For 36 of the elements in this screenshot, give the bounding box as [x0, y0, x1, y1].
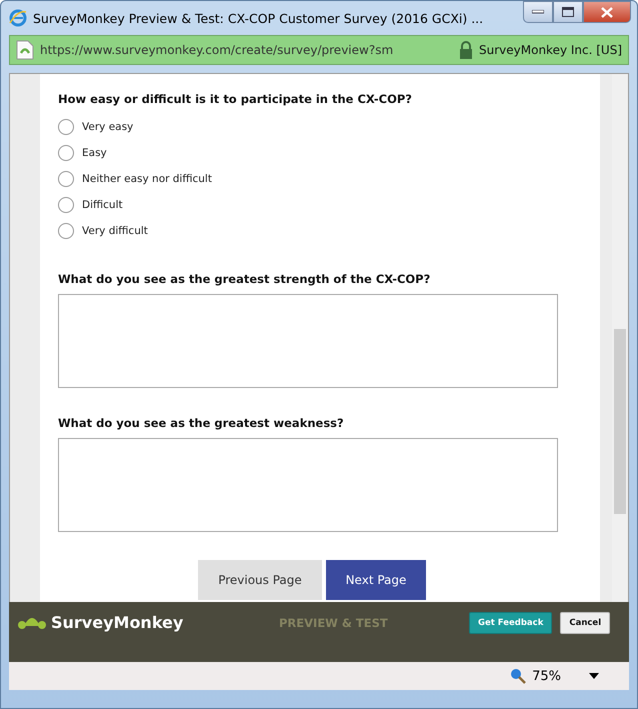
question-text: What do you see as the greatest weakness? — [58, 416, 345, 430]
close-icon — [601, 6, 613, 18]
dropdown-arrow-icon[interactable] — [589, 673, 599, 679]
close-button[interactable] — [583, 1, 631, 23]
answer-box[interactable] — [58, 438, 558, 532]
window-title: SurveyMonkey Preview & Test: CX-COP Customer Survey (2016 GCXi) ... — [33, 10, 484, 26]
radio-button[interactable] — [58, 223, 74, 239]
lock-icon — [459, 41, 473, 59]
option-label[interactable]: Easy — [82, 147, 107, 159]
radio-button[interactable] — [58, 171, 74, 187]
previous-button[interactable]: Previous Page — [198, 560, 322, 600]
maximize-icon — [562, 7, 574, 17]
scrollbar[interactable] — [612, 74, 628, 602]
question-text: How easy or difficult is it to participate in the CX-COP? — [58, 92, 413, 106]
certificate-label[interactable]: SurveyMonkey Inc. [US] — [479, 43, 622, 57]
zoom-level[interactable]: 75% — [532, 668, 561, 684]
url-field[interactable]: https://www.surveymonkey.com/create/survey/preview?sm — [40, 43, 453, 57]
question-text: What do you see as the greatest strength of the CX-COP? — [58, 272, 432, 286]
option-label[interactable]: Very easy — [82, 121, 134, 133]
radio-button[interactable] — [58, 197, 74, 213]
brand-name: SurveyMonkey — [51, 612, 184, 632]
page-icon — [16, 40, 34, 60]
cancel-button[interactable]: Cancel — [560, 612, 610, 634]
radio-button[interactable] — [58, 145, 74, 161]
radio-button[interactable] — [58, 119, 74, 135]
minimize-button[interactable] — [523, 1, 553, 23]
next-button[interactable]: Next Page — [326, 560, 426, 600]
zoom-icon — [510, 668, 526, 684]
option-label[interactable]: Difficult — [82, 199, 123, 211]
maximize-button[interactable] — [553, 1, 583, 23]
browser-icon — [9, 9, 27, 27]
minimize-icon — [532, 10, 544, 14]
option-label[interactable]: Very difficult — [82, 225, 148, 237]
option-label[interactable]: Neither easy nor difficult — [82, 173, 212, 185]
mode-label: PREVIEW & TEST — [279, 616, 389, 630]
answer-box[interactable] — [58, 294, 558, 388]
